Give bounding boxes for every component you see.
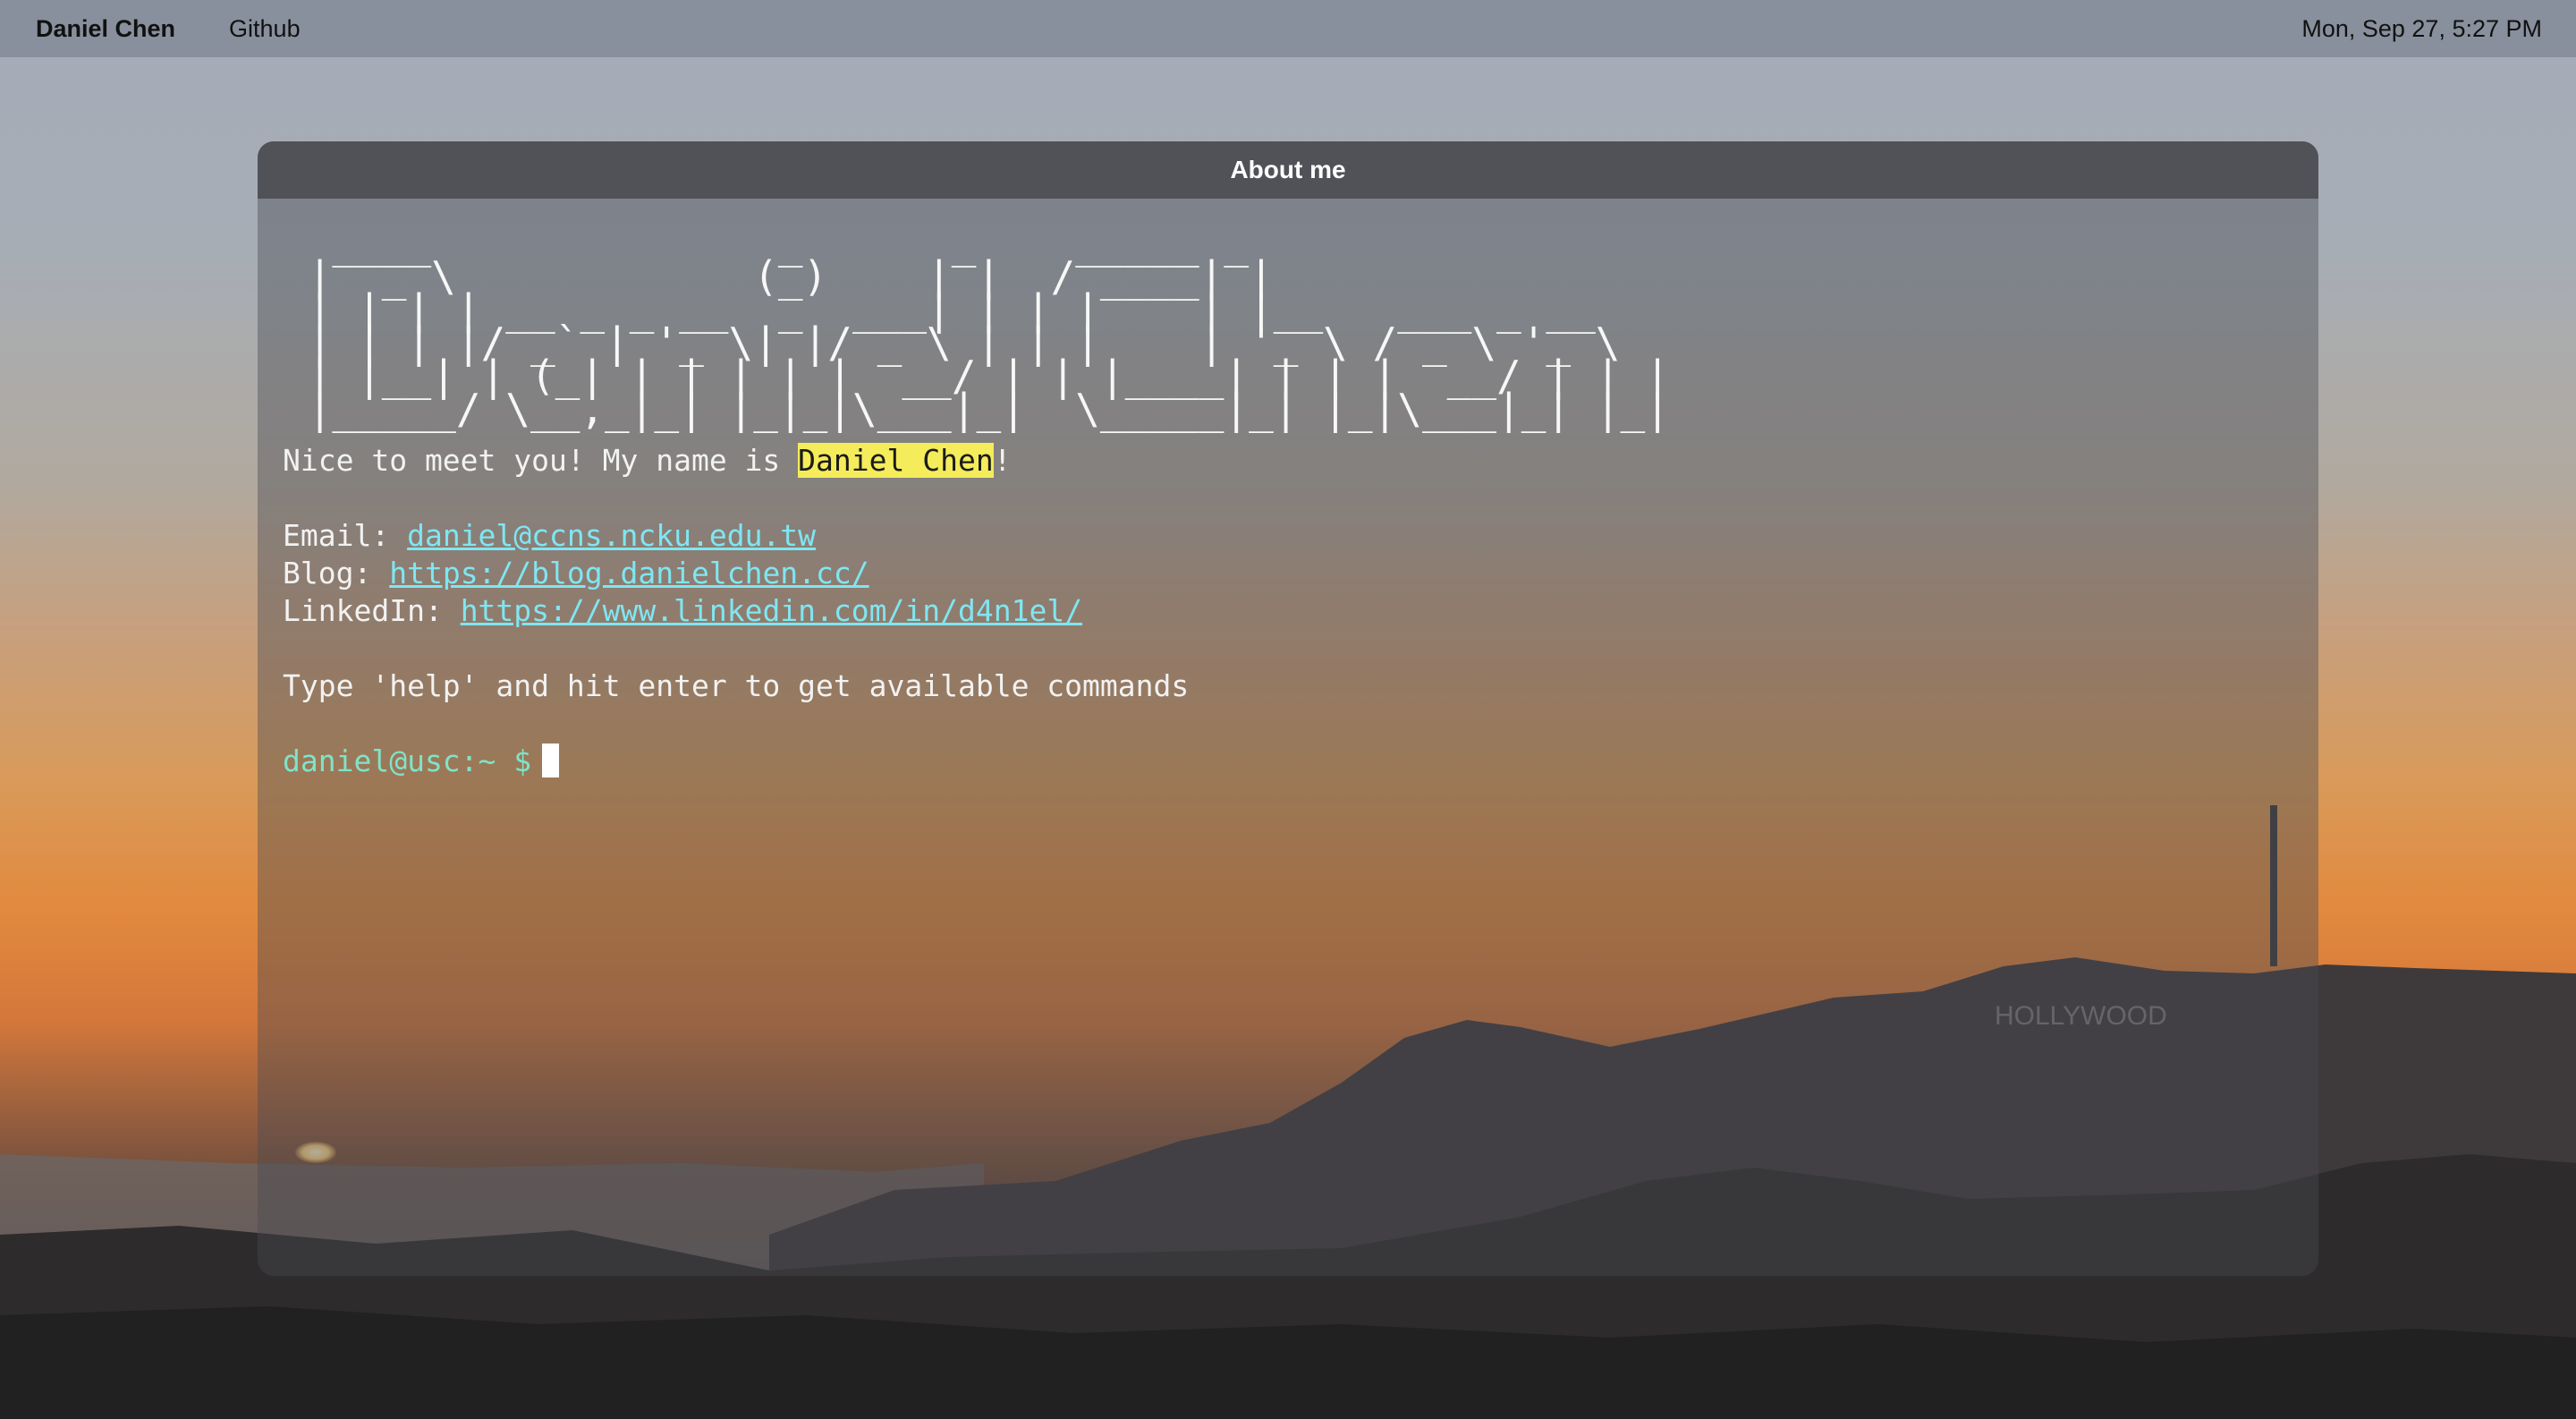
blog-line: Blog: https://blog.danielchen.cc/	[283, 555, 2293, 592]
menu-clock: Mon, Sep 27, 5:27 PM	[2301, 14, 2542, 42]
linkedin-link[interactable]: https://www.linkedin.com/in/d4n1el/	[461, 593, 1082, 628]
window-title: About me	[1230, 156, 1346, 183]
help-hint: Type 'help' and hit enter to get availab…	[283, 668, 1190, 703]
command-prompt-line[interactable]: daniel@usc:~ $	[283, 743, 2293, 780]
github-link[interactable]: Github	[229, 15, 301, 43]
linkedin-label: LinkedIn:	[283, 593, 461, 628]
email-label: Email:	[283, 518, 408, 553]
window-titlebar[interactable]: About me	[258, 141, 2318, 199]
prompt-user-host: daniel@usc:~	[283, 743, 496, 778]
email-line: Email: daniel@ccns.ncku.edu.tw	[283, 517, 2293, 555]
terminal-body[interactable]: ____ _ _ _____ _ | _ \ (_) | | / ____| |…	[258, 199, 2318, 809]
site-owner-name: Daniel Chen	[36, 14, 176, 42]
intro-suffix: !	[993, 443, 1012, 478]
email-link[interactable]: daniel@ccns.ncku.edu.tw	[407, 518, 816, 553]
blog-label: Blog:	[283, 556, 390, 591]
intro-line: Nice to meet you! My name is Daniel Chen…	[283, 442, 2293, 480]
linkedin-line: LinkedIn: https://www.linkedin.com/in/d4…	[283, 592, 2293, 630]
text-cursor[interactable]	[542, 743, 560, 777]
ascii-name-banner: ____ _ _ _____ _ | _ \ (_) | | / ____| |…	[307, 219, 1670, 433]
top-menu-bar: Daniel Chen Github Mon, Sep 27, 5:27 PM	[0, 0, 2576, 57]
blog-link[interactable]: https://blog.danielchen.cc/	[389, 556, 869, 591]
highlighted-name: Daniel Chen	[798, 443, 994, 478]
prompt-symbol: $	[496, 743, 532, 778]
intro-prefix: Nice to meet you! My name is	[283, 443, 799, 478]
terminal-window: About me ____ _ _ _____ _ | _ \ (_) | | …	[258, 141, 2318, 1276]
